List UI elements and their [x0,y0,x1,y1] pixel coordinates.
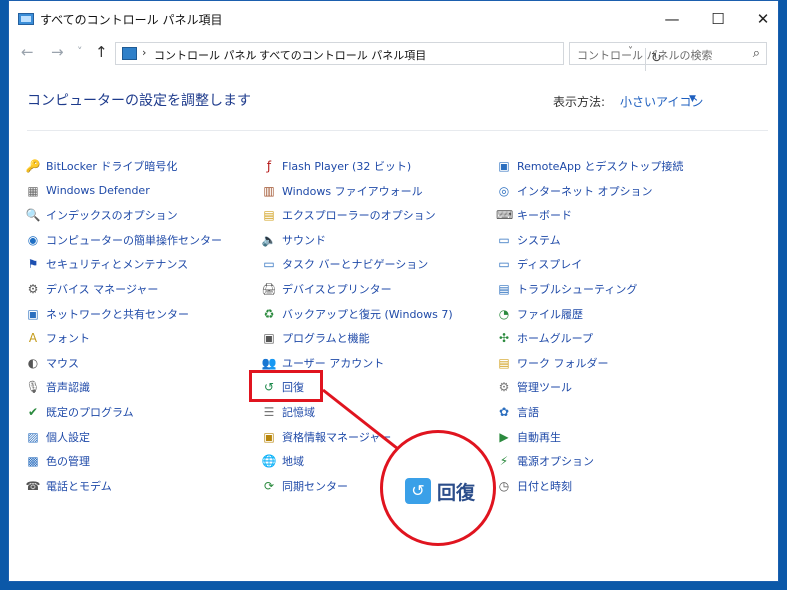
control-panel-window: すべてのコントロール パネル項目 — ☐ ✕ ← → ˅ ↑ › コントロール … [8,0,779,582]
recovery-callout-label: 回復 [437,482,476,504]
recovery-zoom-callout: ↺ 回復 [380,430,496,546]
recovery-icon: ↺ [405,478,431,504]
